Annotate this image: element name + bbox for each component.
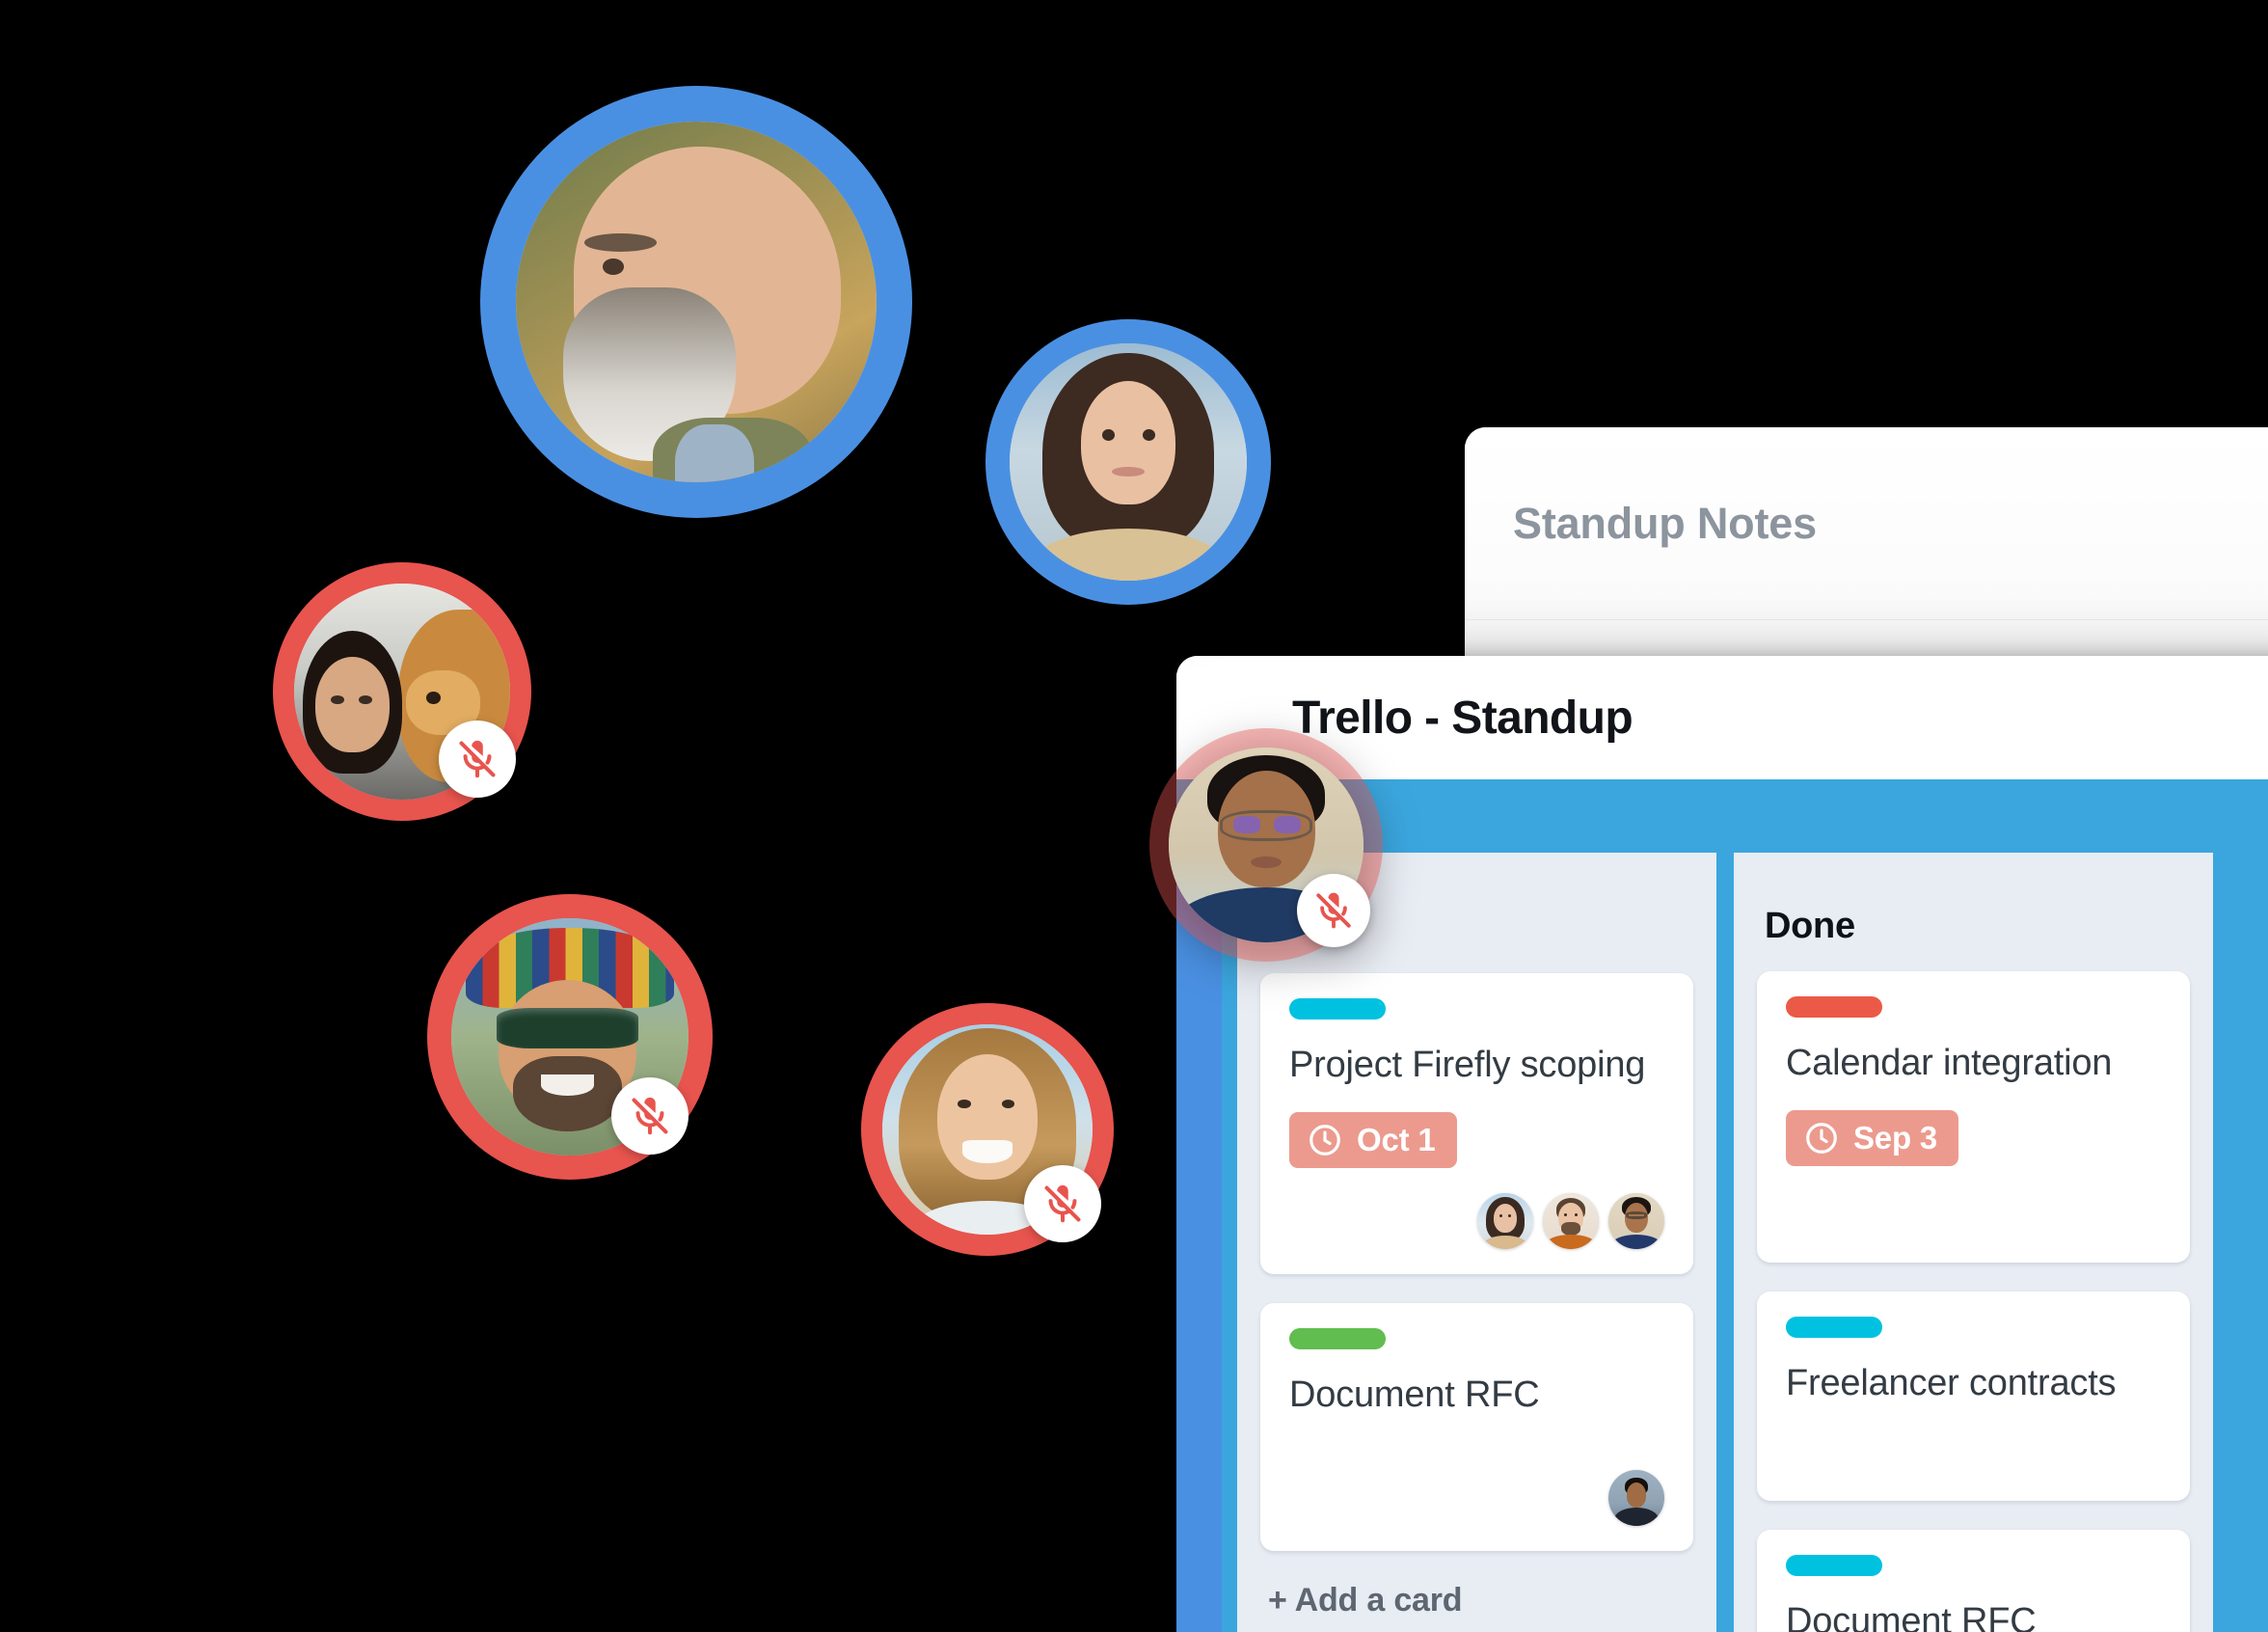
participant-woman-with-dog[interactable]	[273, 562, 531, 821]
card-title: Calendar integration	[1786, 1042, 2113, 1083]
card-due-text: Sep 3	[1853, 1119, 1938, 1156]
card-freelancer-contracts[interactable]: Freelancer contracts	[1757, 1291, 2190, 1502]
board-sidebar[interactable]	[1176, 853, 1222, 1632]
board-column-done: Done Calendar integration Sep 3 Freelanc…	[1734, 853, 2213, 1632]
participant-video	[516, 122, 877, 482]
avatar-member-man-glasses[interactable]	[1608, 1192, 1664, 1249]
column-done-title: Done	[1765, 906, 1855, 946]
face-photo	[1608, 1192, 1664, 1249]
participant-man-bandana-sunglasses[interactable]	[427, 894, 713, 1180]
face-photo	[516, 122, 877, 482]
card-due-text: Oct 1	[1357, 1121, 1436, 1157]
mic-muted-badge[interactable]	[1297, 874, 1370, 947]
face-photo	[1608, 1470, 1664, 1527]
trello-window-title: Trello - Standup	[1292, 692, 1634, 744]
card-title: Freelancer contracts	[1786, 1362, 2117, 1403]
card-calendar-integration[interactable]: Calendar integration Sep 3	[1757, 970, 2190, 1263]
card-label-sky	[1289, 998, 1386, 1020]
mic-muted-icon	[628, 1094, 672, 1138]
mic-muted-badge[interactable]	[611, 1077, 688, 1155]
participant-woman-longhair[interactable]	[986, 319, 1271, 605]
card-label-sky	[1786, 1555, 1882, 1577]
card-label-red	[1786, 995, 1882, 1018]
card-member-avatars	[1289, 1192, 1664, 1249]
mic-muted-icon	[455, 737, 500, 781]
avatar-member-woman-brunette[interactable]	[1477, 1192, 1533, 1249]
participant-man-glasses[interactable]	[1149, 728, 1383, 962]
participant-man-long-blond-hair[interactable]	[861, 1003, 1114, 1256]
card-label-green	[1289, 1327, 1386, 1349]
mic-muted-icon	[1312, 889, 1355, 932]
mic-muted-icon	[1040, 1182, 1085, 1226]
card-project-firefly-scoping[interactable]: Project Firefly scoping Oct 1	[1260, 973, 1693, 1274]
card-spacer	[1786, 1404, 2161, 1476]
card-due-badge[interactable]: Sep 3	[1786, 1109, 1959, 1166]
card-spacer	[1786, 1166, 2161, 1238]
trello-board: Project Firefly scoping Oct 1 Document R…	[1176, 853, 2268, 1632]
standup-notes-title: Standup Notes	[1513, 498, 1817, 548]
face-photo	[1477, 1192, 1533, 1249]
card-title: Document RFC	[1289, 1374, 1540, 1415]
standup-notes-titlebar: Standup Notes	[1465, 427, 2268, 620]
board-columns-container: Project Firefly scoping Oct 1 Document R…	[1222, 853, 2268, 1632]
participant-bearded-man[interactable]	[480, 86, 912, 518]
avatar-member-man-city[interactable]	[1608, 1470, 1664, 1527]
avatar-member-man-orange[interactable]	[1543, 1192, 1599, 1249]
face-photo	[1010, 343, 1247, 581]
mic-muted-badge[interactable]	[439, 721, 516, 798]
card-due-badge[interactable]: Oct 1	[1289, 1111, 1457, 1168]
card-label-sky	[1786, 1316, 1882, 1338]
clock-icon	[1803, 1120, 1840, 1156]
face-photo	[1543, 1192, 1599, 1249]
card-member-avatars	[1289, 1470, 1664, 1527]
add-a-card-button[interactable]: + Add a card	[1268, 1582, 1693, 1619]
screen-root: Standup Notes Trello - Standup Project F…	[0, 0, 2268, 1632]
mic-muted-badge[interactable]	[1024, 1165, 1101, 1242]
card-document-rfc[interactable]: Document RFC	[1260, 1302, 1693, 1552]
board-column-1: Project Firefly scoping Oct 1 Document R…	[1237, 853, 1716, 1632]
card-document-rfc-done[interactable]: Document RFC	[1757, 1530, 2190, 1632]
card-title: Document RFC	[1786, 1601, 2037, 1632]
participant-video	[1010, 343, 1247, 581]
clock-icon	[1307, 1122, 1343, 1158]
card-title: Project Firefly scoping	[1289, 1045, 1646, 1085]
